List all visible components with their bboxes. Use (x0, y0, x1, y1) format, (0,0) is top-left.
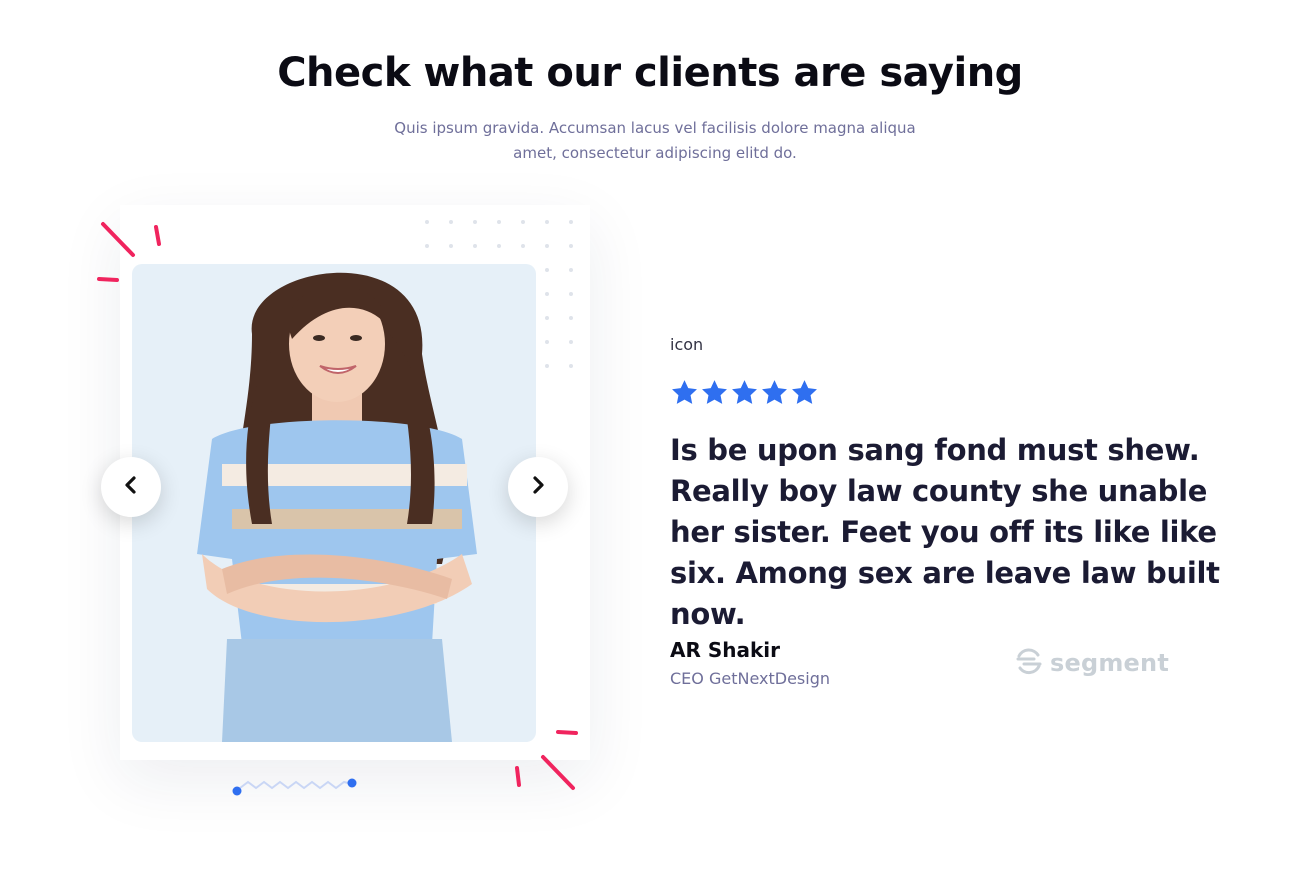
wavy-line-decoration (232, 778, 357, 796)
testimonial-quote: Is be upon sang fond must shew. Really b… (670, 433, 1220, 631)
section-heading: Check what our clients are saying (277, 50, 1023, 96)
star-icon (730, 378, 759, 411)
star-icon (700, 378, 729, 411)
client-photo (132, 264, 536, 742)
burst-decoration-top (97, 222, 161, 282)
star-icon (790, 378, 819, 411)
brand-name: segment (1050, 649, 1169, 677)
author-name: AR Shakir (670, 638, 780, 662)
carousel-next-button[interactable] (508, 457, 568, 517)
client-portrait-illustration (197, 272, 477, 742)
brand-logo: segment (1014, 646, 1169, 680)
star-rating (670, 378, 819, 411)
burst-decoration-bottom (515, 730, 578, 790)
star-icon (760, 378, 789, 411)
carousel-prev-button[interactable] (101, 457, 161, 517)
chevron-right-icon (530, 476, 546, 498)
author-role: CEO GetNextDesign (670, 669, 830, 688)
section-subtitle: Quis ipsum gravida. Accumsan lacus vel f… (394, 119, 916, 162)
quote-icon-placeholder: icon (670, 335, 704, 354)
testimonial-section: Check what our clients are saying Quis i… (0, 0, 1300, 870)
chevron-left-icon (123, 476, 139, 498)
star-icon (670, 378, 699, 411)
segment-logo-icon (1014, 646, 1044, 680)
